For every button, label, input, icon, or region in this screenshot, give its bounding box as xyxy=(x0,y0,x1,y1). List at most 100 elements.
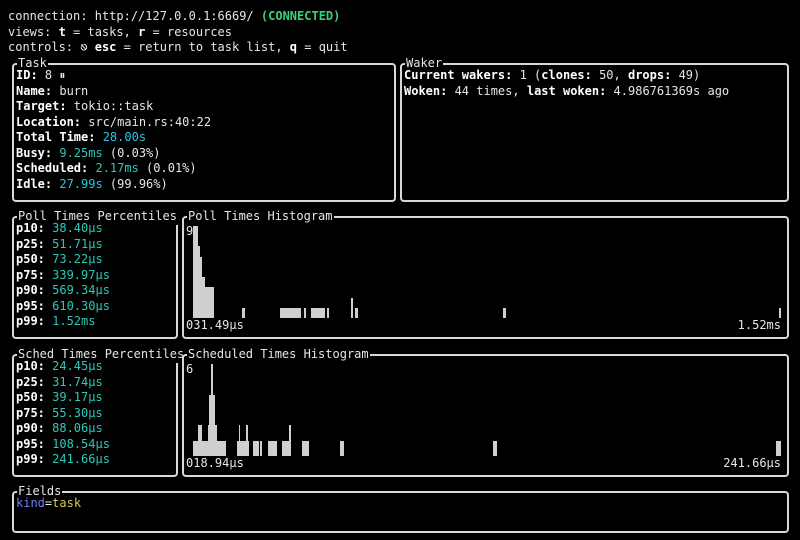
poll-percentile-label: p25: xyxy=(16,236,45,251)
sched-percentile-value: 241.66μs xyxy=(44,452,110,466)
sched-histogram-bar xyxy=(274,440,277,456)
sched-histogram-bar xyxy=(223,440,226,456)
task-target: tokio::task xyxy=(66,99,154,113)
poll-percentile-value: 569.34μs xyxy=(44,283,110,297)
sched-percentile-value: 31.74μs xyxy=(44,374,103,389)
waker-clones: 50, xyxy=(591,68,628,82)
poll-histogram-bar xyxy=(322,307,325,318)
sched-percentile-value: 108.54μs xyxy=(44,436,110,451)
sched-percentile-label: p25: xyxy=(16,374,45,389)
sched-percentile-row: p50: 39.17μs xyxy=(16,390,110,406)
poll-percentile-row: p50: 73.22μs xyxy=(16,252,110,268)
sched-percentile-label: p50: xyxy=(16,390,45,404)
sched-histogram-max-x: 241.66μs xyxy=(723,456,781,470)
task-id: 8 ⏸ xyxy=(37,68,66,82)
sched-percentiles-panel: Sched Times Percentiles p10: 24.45μs p25:… xyxy=(12,347,186,477)
poll-histogram-bar xyxy=(355,307,358,318)
connection-url: http://127.0.0.1:6669/ xyxy=(94,9,254,23)
poll-percentile-value: 1.52ms xyxy=(44,314,96,328)
task-location: src/main.rs:40:22 xyxy=(81,114,212,129)
header: connection: http://127.0.0.1:6669/ (CONN… xyxy=(8,9,348,54)
connection-status: (CONNECTED) xyxy=(260,9,341,23)
poll-histogram-bar xyxy=(778,307,781,318)
sched-percentile-value: 24.45μs xyxy=(44,359,103,373)
poll-percentile-row: p25: 51.71μs xyxy=(16,237,110,253)
sched-percentile-row: p10: 24.45μs xyxy=(16,359,110,375)
poll-percentile-label: p50: xyxy=(16,252,45,266)
poll-percentile-value: 610.30μs xyxy=(44,298,110,313)
poll-percentile-value: 339.97μs xyxy=(44,267,110,282)
poll-percentile-label: p90: xyxy=(16,283,45,297)
poll-histogram-bar xyxy=(327,307,330,318)
task-idle-time: 27.99s xyxy=(52,176,103,191)
poll-histogram-panel: Poll Times Histogram 9 031.49μs 1.52ms xyxy=(182,209,789,339)
views-label: views: xyxy=(8,24,59,39)
sched-histogram-bars xyxy=(193,364,781,456)
poll-percentile-label: p95: xyxy=(16,298,45,313)
sched-histogram-bar xyxy=(342,440,345,456)
sched-histogram-bar xyxy=(495,440,497,456)
poll-percentile-value: 38.40μs xyxy=(44,221,103,235)
tasks-view-key[interactable]: t xyxy=(59,25,66,39)
controls-label: controls: xyxy=(8,40,81,54)
task-panel: Task ID: 8 ⏸ Name: burn Target: tokio::t… xyxy=(12,56,396,202)
poll-percentile-value: 51.71μs xyxy=(44,236,103,251)
sched-histogram-bar xyxy=(779,440,781,456)
poll-percentile-row: p75: 339.97μs xyxy=(16,268,110,284)
field-key: kind xyxy=(16,496,45,510)
sched-percentile-row: p95: 108.54μs xyxy=(16,437,110,453)
sched-histogram-bar xyxy=(289,425,292,456)
poll-percentile-label: p75: xyxy=(16,267,45,282)
field-value: task xyxy=(52,496,82,510)
poll-percentile-value: 73.22μs xyxy=(44,252,103,266)
sched-percentile-value: 88.06μs xyxy=(44,421,103,435)
poll-percentile-row: p90: 569.34μs xyxy=(16,283,110,299)
task-name: burn xyxy=(52,83,89,98)
poll-histogram-max-x: 1.52ms xyxy=(737,318,781,332)
poll-percentiles-panel: Poll Times Percentiles p10: 38.40μs p25: … xyxy=(12,209,178,339)
sched-percentile-label: p99: xyxy=(16,452,45,466)
sched-percentile-row: p75: 55.30μs xyxy=(16,406,110,422)
sched-percentile-row: p99: 241.66μs xyxy=(16,452,110,468)
poll-percentile-row: p99: 1.52ms xyxy=(16,314,110,330)
task-total-time: 28.00s xyxy=(95,130,147,144)
connection-label: connection: xyxy=(8,9,95,23)
sched-histogram-bar xyxy=(260,440,263,456)
poll-histogram-bars xyxy=(193,226,781,318)
woken-count: 44 times, xyxy=(447,83,527,98)
sched-percentile-label: p95: xyxy=(16,436,45,451)
poll-percentile-row: p95: 610.30μs xyxy=(16,299,110,315)
waker-drops: 49) xyxy=(671,68,701,82)
poll-percentile-row: p10: 38.40μs xyxy=(16,221,110,237)
waker-panel: Waker Current wakers: 1 (clones: 50, dro… xyxy=(400,56,789,202)
sched-histogram-min-x: 018.94μs xyxy=(186,456,244,470)
poll-percentile-label: p99: xyxy=(16,314,45,328)
sched-histogram-bar xyxy=(307,440,310,456)
poll-histogram-bar xyxy=(242,307,245,318)
sched-percentile-label: p10: xyxy=(16,359,45,373)
sched-percentile-label: p90: xyxy=(16,421,45,435)
poll-histogram-bar xyxy=(211,287,215,318)
quit-key[interactable]: q xyxy=(290,40,297,54)
task-scheduled-time: 2.17ms xyxy=(88,161,139,175)
poll-histogram-bar xyxy=(298,307,302,318)
poll-histogram-bar xyxy=(303,307,306,318)
sched-percentile-label: p75: xyxy=(16,405,45,420)
current-wakers: 1 ( xyxy=(512,68,542,82)
sched-histogram-panel: Scheduled Times Histogram 6 018.94μs 241… xyxy=(182,347,789,477)
sched-percentile-row: p90: 88.06μs xyxy=(16,421,110,437)
poll-percentile-label: p10: xyxy=(16,221,45,235)
poll-histogram-bar xyxy=(350,297,353,318)
poll-histogram-min-x: 031.49μs xyxy=(186,318,244,332)
sched-percentile-row: p25: 31.74μs xyxy=(16,375,110,391)
escape-icon: ⎋ xyxy=(80,40,88,54)
sched-histogram-title: Scheduled Times Histogram xyxy=(187,347,370,363)
sched-percentile-value: 55.30μs xyxy=(44,405,103,420)
poll-histogram-bar xyxy=(503,307,506,318)
last-woken: 4.986761369s ago xyxy=(606,83,730,98)
poll-histogram-title: Poll Times Histogram xyxy=(187,209,334,225)
sched-histogram-bar xyxy=(256,440,259,456)
sched-percentile-value: 39.17μs xyxy=(44,390,103,404)
esc-key[interactable]: esc xyxy=(95,40,117,54)
sched-histogram-bar xyxy=(247,440,250,456)
